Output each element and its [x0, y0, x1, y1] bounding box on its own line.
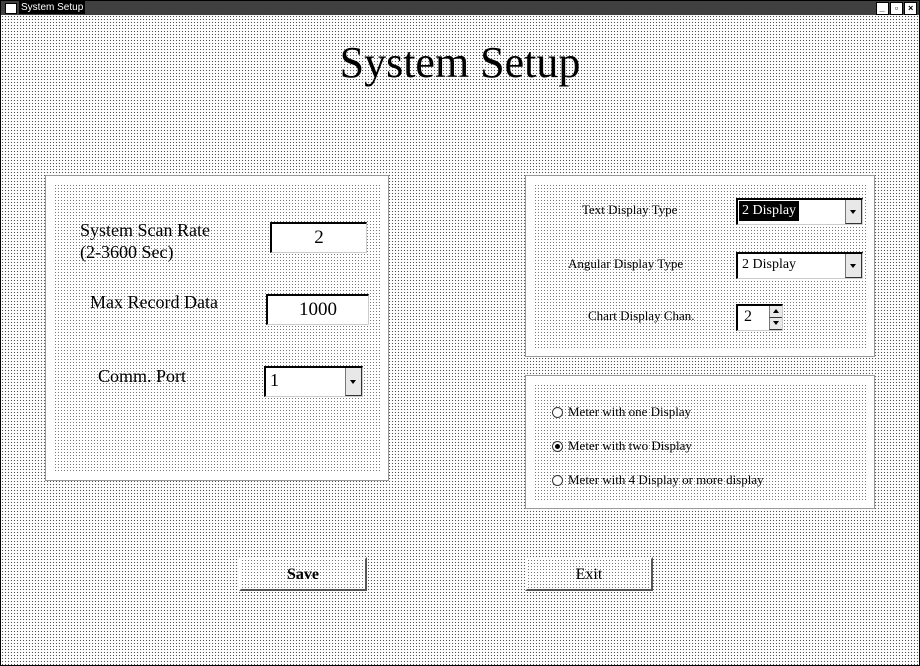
radio-meter-one-display[interactable]: Meter with one Display	[552, 404, 691, 420]
window-title: System Setup	[19, 1, 86, 14]
radio-icon[interactable]	[552, 474, 563, 486]
chart-display-chan-value: 2	[744, 308, 752, 325]
scan-rate-range-label: (2-3600 Sec)	[80, 242, 174, 262]
chevron-down-icon[interactable]	[345, 368, 362, 396]
app-icon	[5, 3, 17, 14]
comm-port-select[interactable]: 1	[264, 366, 363, 397]
angular-display-type-value: 2 Display	[742, 257, 797, 272]
spin-up-icon[interactable]	[769, 306, 782, 318]
comm-port-label: Comm. Port	[98, 366, 187, 386]
minimize-icon[interactable]: _	[876, 2, 889, 15]
chart-display-chan-spinner[interactable]: 2	[736, 304, 783, 331]
page-title: System Setup	[339, 38, 581, 87]
scan-rate-label: System Scan Rate	[80, 220, 210, 240]
display-type-panel: Text Display Type 2 Display Angular Disp…	[525, 175, 875, 357]
chart-display-chan-label: Chart Display Chan.	[588, 308, 695, 323]
max-record-label: Max Record Data	[90, 292, 218, 312]
radio-label: Meter with 4 Display or more display	[568, 472, 764, 487]
radio-label: Meter with one Display	[568, 404, 692, 419]
maximize-icon[interactable]: ▫	[890, 2, 903, 15]
window-client-area: System Setup System Scan Rate (2-3600 Se…	[1, 15, 919, 665]
text-display-type-label: Text Display Type	[582, 202, 678, 217]
general-settings-panel: System Scan Rate (2-3600 Sec) 2 Max Reco…	[45, 175, 389, 481]
spin-down-icon[interactable]	[769, 318, 782, 330]
radio-selected-icon[interactable]	[552, 440, 563, 452]
angular-display-type-select[interactable]: 2 Display	[736, 252, 863, 279]
close-icon[interactable]: ×	[904, 2, 917, 15]
radio-icon[interactable]	[552, 406, 563, 418]
meter-options-panel: Meter with one Display Meter with two Di…	[525, 375, 875, 509]
text-display-type-value: 2 Display	[739, 201, 800, 221]
save-button[interactable]: Save	[239, 557, 367, 591]
exit-button[interactable]: Exit	[525, 557, 653, 591]
system-setup-window: System Setup _ ▫ × System Setup System S…	[0, 0, 920, 666]
chevron-down-icon[interactable]	[845, 254, 862, 278]
comm-port-value: 1	[270, 370, 279, 390]
title-bar[interactable]: System Setup _ ▫ ×	[1, 1, 919, 15]
text-display-type-select[interactable]: 2 Display	[736, 198, 863, 225]
max-record-input[interactable]: 1000	[266, 294, 369, 325]
chevron-down-icon[interactable]	[845, 200, 862, 224]
radio-label: Meter with two Display	[568, 438, 692, 453]
radio-meter-four-display[interactable]: Meter with 4 Display or more display	[552, 472, 764, 488]
radio-meter-two-display[interactable]: Meter with two Display	[552, 438, 692, 454]
scan-rate-input[interactable]: 2	[270, 222, 367, 253]
angular-display-type-label: Angular Display Type	[568, 256, 684, 271]
